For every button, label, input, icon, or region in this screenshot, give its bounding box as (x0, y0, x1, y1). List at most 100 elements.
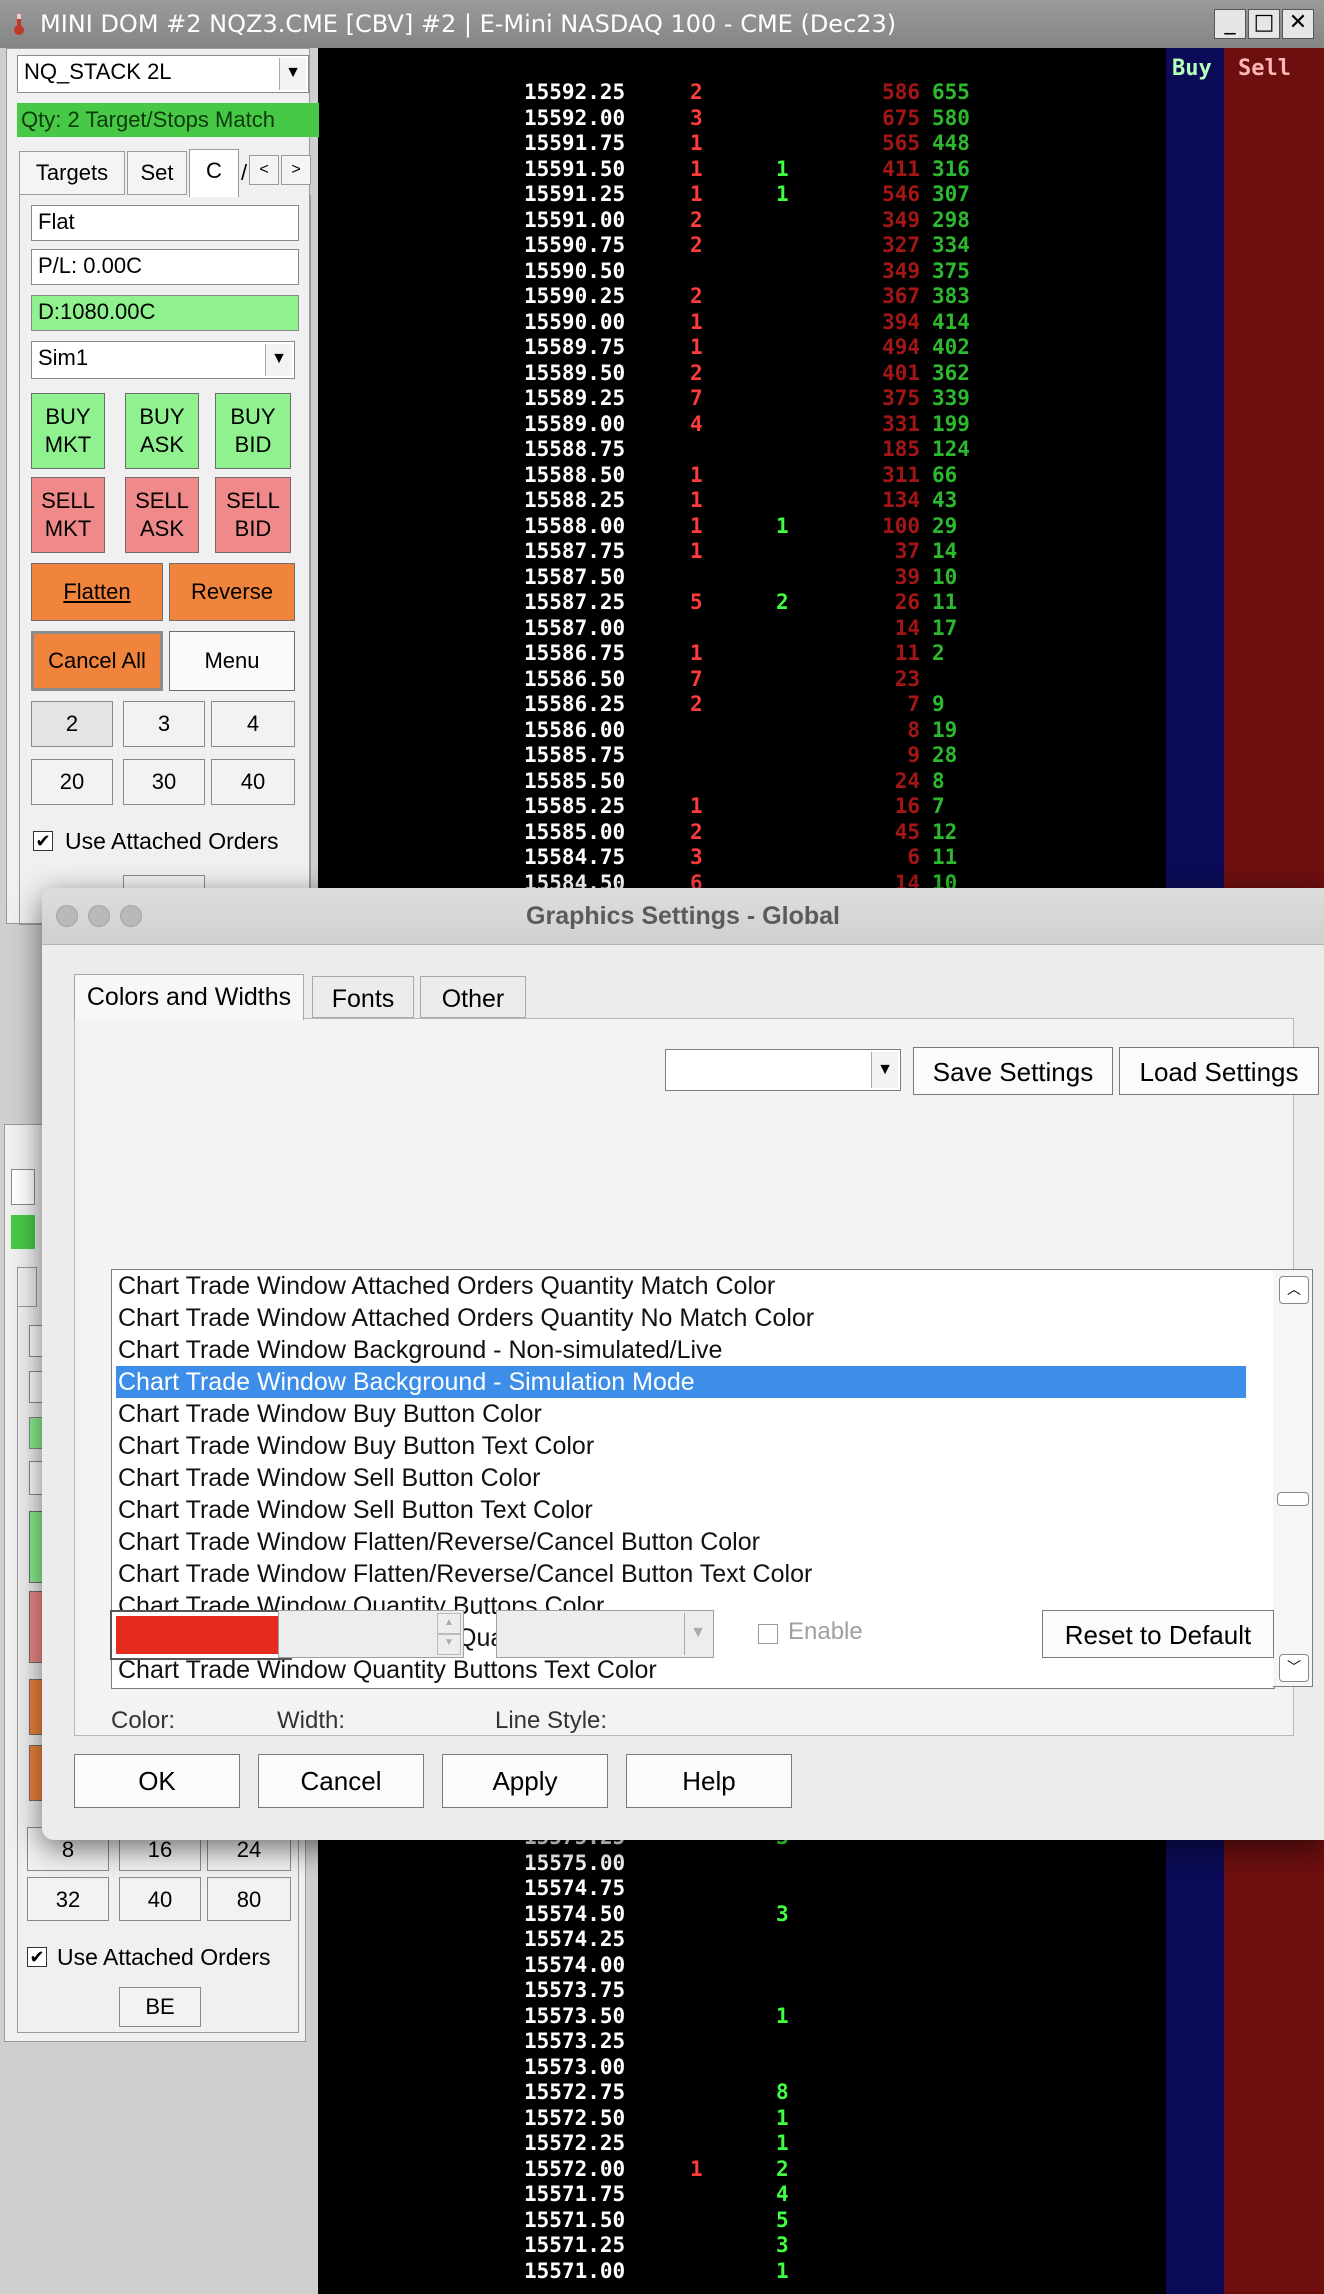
ladder-row[interactable]: 15587.00 14 17 (318, 616, 1198, 641)
ladder-row[interactable]: 15587.25 5 2 26 11 (318, 590, 1198, 615)
ladder-row[interactable]: 15589.25 7 375 339 (318, 386, 1198, 411)
ladder-row[interactable]: 15584.75 3 6 11 (318, 845, 1198, 870)
ladder-row[interactable]: 15574.00 (318, 1953, 1198, 1978)
qty-button-4[interactable]: 4 (211, 701, 295, 747)
ladder-row[interactable]: 15572.75 8 (318, 2080, 1198, 2105)
ladder-row[interactable]: 15591.25 1 1 546 307 (318, 182, 1198, 207)
chevron-down-icon[interactable]: ▼ (871, 1052, 898, 1088)
chevron-down-icon[interactable]: ▼ (265, 344, 292, 376)
flatten-button[interactable]: Flatten (31, 563, 163, 621)
minimize-window-icon[interactable] (88, 905, 110, 927)
reverse-button[interactable]: Reverse (169, 563, 295, 621)
ladder-row[interactable]: 15589.75 1 494 402 (318, 335, 1198, 360)
settings-list-item[interactable]: Chart Trade Window Flatten/Reverse/Cance… (116, 1526, 1246, 1558)
ladder-row[interactable]: 15585.25 1 16 7 (318, 794, 1198, 819)
buy-bid-button[interactable]: BUY BID (215, 393, 291, 469)
use-attached-orders-checkbox[interactable]: ✔ (33, 831, 53, 851)
ladder-row[interactable]: 15585.00 2 45 12 (318, 820, 1198, 845)
ladder-row[interactable]: 15589.50 2 401 362 (318, 361, 1198, 386)
ladder-row[interactable]: 15571.25 3 (318, 2233, 1198, 2258)
settings-list-item[interactable]: Chart Trade Window Attached Orders Quant… (116, 1302, 1246, 1334)
ladder-row[interactable]: 15588.25 1 134 43 (318, 488, 1198, 513)
close-button[interactable]: ✕ (1282, 9, 1314, 39)
settings-list-item[interactable]: Chart Trade Window Flatten/Reverse/Cance… (116, 1558, 1246, 1590)
color-swatch-button[interactable] (110, 1610, 292, 1660)
ladder-row[interactable]: 15587.75 1 37 14 (318, 539, 1198, 564)
ladder-row[interactable]: 15590.50 349 375 (318, 259, 1198, 284)
ladder-row[interactable]: 15571.75 4 (318, 2182, 1198, 2207)
ladder-row[interactable]: 15572.00 1 2 (318, 2157, 1198, 2182)
settings-list-item[interactable]: Chart Trade Window Sell Button Text Colo… (116, 1494, 1246, 1526)
scroll-down-icon[interactable]: ﹀ (1279, 1654, 1309, 1682)
tab-targets[interactable]: Targets (19, 151, 125, 195)
symbol-combo[interactable]: NQ_STACK 2L ▼ (17, 55, 309, 93)
ladder-row[interactable]: 15571.00 1 (318, 2259, 1198, 2284)
ladder-row[interactable]: 15575.00 (318, 1851, 1198, 1876)
sell-market-button[interactable]: SELL MKT (31, 477, 105, 553)
ladder-row[interactable]: 15574.25 (318, 1927, 1198, 1952)
ladder-row[interactable]: 15591.75 1 565 448 (318, 131, 1198, 156)
ladder-row[interactable]: 15591.00 2 349 298 (318, 208, 1198, 233)
settings-list-item[interactable]: Chart Trade Window Attached Orders Quant… (116, 1270, 1246, 1302)
qty-button-80[interactable]: 80 (207, 1877, 291, 1921)
minimize-button[interactable]: _ (1214, 9, 1246, 39)
ladder-row[interactable]: 15586.75 1 11 2 (318, 641, 1198, 666)
buy-ask-button[interactable]: BUY ASK (125, 393, 199, 469)
ladder-row[interactable]: 15590.75 2 327 334 (318, 233, 1198, 258)
qty-button-20[interactable]: 20 (31, 759, 113, 805)
qty-button-2[interactable]: 2 (31, 701, 113, 747)
cancel-all-button[interactable]: Cancel All (31, 631, 163, 691)
ladder-row[interactable]: 15590.00 1 394 414 (318, 310, 1198, 335)
chevron-down-icon[interactable]: ▼ (279, 58, 306, 90)
scroll-up-icon[interactable]: ︿ (1279, 1276, 1309, 1304)
ladder-row[interactable]: 15574.75 (318, 1876, 1198, 1901)
zoom-window-icon[interactable] (120, 905, 142, 927)
cancel-button[interactable]: Cancel (258, 1754, 424, 1808)
qty-button-40[interactable]: 40 (211, 759, 295, 805)
settings-list-item[interactable]: Chart Trade Window Background - Non-simu… (116, 1334, 1246, 1366)
buy-market-button[interactable]: BUY MKT (31, 393, 105, 469)
tab-targets-2[interactable] (17, 1267, 37, 1307)
maximize-button[interactable]: □ (1248, 9, 1280, 39)
ladder-row[interactable]: 15588.50 1 311 66 (318, 463, 1198, 488)
tab-other[interactable]: Other (420, 976, 526, 1018)
tab-set[interactable]: Set (127, 151, 187, 195)
ladder-row[interactable]: 15585.75 9 28 (318, 743, 1198, 768)
qty-button-32[interactable]: 32 (27, 1877, 109, 1921)
ladder-row[interactable]: 15574.50 3 (318, 1902, 1198, 1927)
ladder-row[interactable]: 15588.75 185 124 (318, 437, 1198, 462)
help-button[interactable]: Help (626, 1754, 792, 1808)
qty-button-3[interactable]: 3 (123, 701, 205, 747)
tab-colors-and-widths[interactable]: Colors and Widths (74, 974, 304, 1020)
dom-title-bar[interactable]: MINI DOM #2 NQZ3.CME [CBV] #2 | E-Mini N… (0, 0, 1324, 48)
ladder-row[interactable]: 15573.50 1 (318, 2004, 1198, 2029)
symbol-combo-2[interactable] (11, 1169, 35, 1205)
ladder-row[interactable]: 15591.50 1 1 411 316 (318, 157, 1198, 182)
ladder-row[interactable]: 15573.75 (318, 1978, 1198, 2003)
qty-button-40[interactable]: 40 (119, 1877, 201, 1921)
ladder-row[interactable]: 15589.00 4 331 199 (318, 412, 1198, 437)
settings-list-scrollbar[interactable]: ︿ ﹀ (1273, 1269, 1313, 1687)
menu-button[interactable]: Menu (169, 631, 295, 691)
settings-list-item[interactable]: Chart Trade Window Buy Button Color (116, 1398, 1246, 1430)
save-settings-button[interactable]: Save Settings (913, 1047, 1113, 1095)
scroll-thumb[interactable] (1277, 1492, 1309, 1506)
tab-fonts[interactable]: Fonts (312, 976, 414, 1018)
ladder-row[interactable]: 15573.25 (318, 2029, 1198, 2054)
ladder-row[interactable]: 15592.00 3 675 580 (318, 106, 1198, 131)
tab-scroll-right-icon[interactable]: > (281, 155, 311, 185)
apply-button[interactable]: Apply (442, 1754, 608, 1808)
ladder-row[interactable]: 15592.25 2 586 655 (318, 80, 1198, 105)
ladder-row[interactable]: 15571.50 5 (318, 2208, 1198, 2233)
ladder-row[interactable]: 15590.25 2 367 383 (318, 284, 1198, 309)
tab-c[interactable]: C (189, 149, 239, 197)
ladder-row[interactable]: 15586.25 2 7 9 (318, 692, 1198, 717)
settings-preset-combo[interactable]: ▼ (665, 1049, 901, 1091)
ladder-row[interactable]: 15586.50 7 23 (318, 667, 1198, 692)
ok-button[interactable]: OK (74, 1754, 240, 1808)
be-button[interactable]: BE (119, 1987, 201, 2027)
settings-list-item[interactable]: Chart Trade Window Background - Simulati… (116, 1366, 1246, 1398)
ladder-row[interactable]: 15572.25 1 (318, 2131, 1198, 2156)
load-settings-button[interactable]: Load Settings (1119, 1047, 1319, 1095)
ladder-row[interactable]: 15585.50 24 8 (318, 769, 1198, 794)
